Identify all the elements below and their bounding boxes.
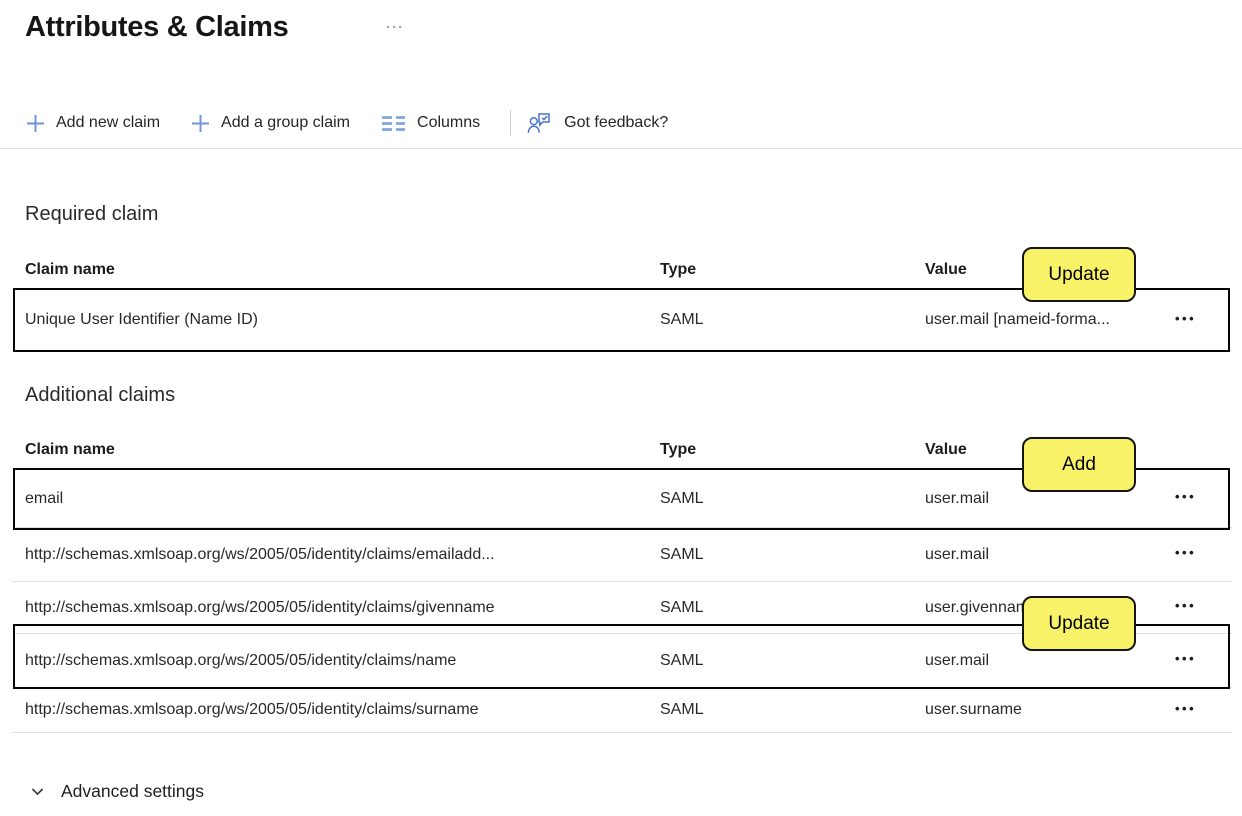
column-header-claim-name: Claim name (25, 261, 115, 278)
column-header-claim-name: Claim name (25, 441, 115, 458)
add-new-claim-label: Add new claim (56, 114, 161, 131)
row-more-options-icon[interactable]: ••• (1165, 649, 1200, 672)
claim-name-cell: Unique User Identifier (Name ID) (25, 311, 258, 328)
row-email[interactable]: email SAML user.mail ••• (13, 470, 1232, 528)
got-feedback-button[interactable]: Got feedback? (527, 112, 668, 135)
toolbar-divider (510, 110, 512, 136)
column-header-type: Type (660, 441, 697, 458)
toolbar: Add new claim Add a group claim Columns (25, 103, 698, 143)
claim-type-cell: SAML (660, 311, 704, 328)
additional-claims-heading: Additional claims (25, 384, 176, 406)
claim-value-cell: user.givenname (925, 598, 1038, 616)
row-more-options-icon[interactable]: ••• (1165, 596, 1200, 619)
claim-type-cell: SAML (660, 651, 704, 669)
plus-icon (190, 113, 211, 134)
required-claim-heading: Required claim (25, 203, 159, 225)
row-more-options-icon[interactable]: ••• (1165, 309, 1200, 332)
row-more-options-icon[interactable]: ••• (1165, 543, 1200, 566)
row-name-claim[interactable]: http://schemas.xmlsoap.org/ws/2005/05/id… (13, 634, 1232, 688)
claim-type-cell: SAML (660, 489, 704, 507)
got-feedback-label: Got feedback? (564, 114, 669, 131)
claim-value-cell: user.mail (925, 651, 990, 669)
claim-value-cell: user.mail [nameid-forma... (925, 311, 1110, 328)
plus-icon (25, 113, 46, 134)
advanced-settings-label: Advanced settings (61, 781, 205, 801)
row-more-options-icon[interactable]: ••• (1165, 699, 1200, 722)
add-new-claim-button[interactable]: Add new claim (25, 113, 160, 134)
additional-claims-table-header: Claim name Type Value (13, 430, 1232, 470)
claim-type-cell: SAML (660, 701, 704, 718)
columns-button[interactable]: Columns (380, 114, 480, 133)
advanced-settings-toggle[interactable]: Advanced settings (27, 779, 206, 804)
add-group-claim-button[interactable]: Add a group claim (190, 113, 350, 134)
toolbar-separator-line (0, 148, 1242, 149)
row-more-options-icon[interactable]: ••• (1165, 487, 1200, 510)
row-emailaddress-claim[interactable]: http://schemas.xmlsoap.org/ws/2005/05/id… (13, 528, 1232, 582)
row-surname-claim[interactable]: http://schemas.xmlsoap.org/ws/2005/05/id… (13, 688, 1232, 733)
claim-name-cell: http://schemas.xmlsoap.org/ws/2005/05/id… (25, 598, 495, 616)
feedback-icon (527, 112, 554, 135)
column-header-value: Value (925, 441, 967, 458)
column-header-type: Type (660, 261, 697, 278)
required-claim-table-header: Claim name Type Value (13, 250, 1232, 290)
claim-name-cell: http://schemas.xmlsoap.org/ws/2005/05/id… (25, 651, 457, 669)
title-more-options-icon[interactable]: ··· (386, 19, 404, 36)
claim-name-cell: http://schemas.xmlsoap.org/ws/2005/05/id… (25, 701, 479, 718)
claim-type-cell: SAML (660, 598, 704, 616)
columns-icon (380, 114, 407, 133)
claim-type-cell: SAML (660, 545, 704, 563)
claim-value-cell: user.surname (925, 701, 1022, 718)
claim-name-cell: http://schemas.xmlsoap.org/ws/2005/05/id… (25, 545, 495, 563)
columns-label: Columns (417, 114, 481, 131)
column-header-value: Value (925, 261, 967, 278)
page-title: Attributes & Claims (25, 11, 289, 43)
row-givenname-claim[interactable]: http://schemas.xmlsoap.org/ws/2005/05/id… (13, 582, 1232, 634)
add-group-claim-label: Add a group claim (221, 114, 351, 131)
chevron-down-icon (29, 783, 46, 800)
claim-value-cell: user.mail (925, 489, 990, 507)
claim-name-cell: email (25, 489, 64, 507)
claim-value-cell: user.mail (925, 545, 990, 563)
row-unique-user-identifier[interactable]: Unique User Identifier (Name ID) SAML us… (13, 290, 1232, 351)
